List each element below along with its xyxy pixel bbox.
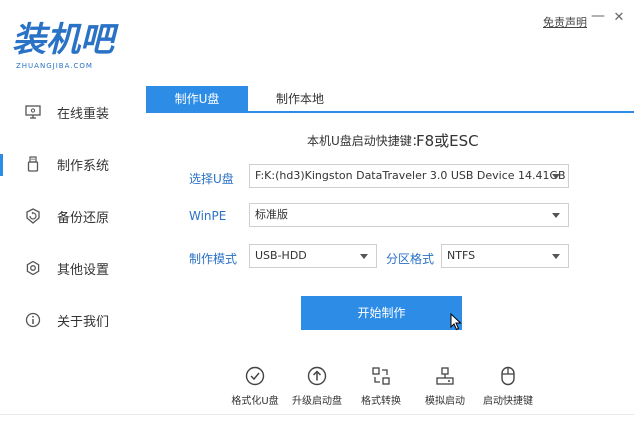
tab-make-local[interactable]: 制作本地 — [248, 86, 352, 113]
tab-make-udisk[interactable]: 制作U盘 — [146, 86, 248, 113]
udisk-select-value: F:K:(hd3)Kingston DataTraveler 3.0 USB D… — [255, 169, 566, 182]
tab-bar: 制作U盘 制作本地 — [146, 86, 634, 113]
mouse-icon — [476, 365, 540, 387]
logo-subtext: ZHUANGJIBA.COM — [16, 62, 93, 70]
mode-select-value: USB-HDD — [255, 249, 307, 262]
disclaimer-link[interactable]: 免责声明 — [543, 14, 587, 30]
info-icon — [24, 311, 42, 329]
sidebar-item-other-settings[interactable]: 其他设置 — [0, 242, 146, 294]
tool-label: 模拟启动 — [425, 396, 465, 407]
start-making-button[interactable]: 开始制作 — [301, 296, 462, 330]
tool-label: 启动快捷键 — [483, 396, 533, 407]
winpe-select-value: 标准版 — [255, 208, 288, 221]
sidebar-item-label: 制作系统 — [57, 158, 110, 174]
tool-label: 升级启动盘 — [292, 396, 342, 407]
mouse-cursor-icon — [450, 312, 462, 335]
tool-label: 格式化U盘 — [231, 396, 279, 407]
upload-circle-icon — [285, 365, 349, 387]
sidebar-item-label: 备份还原 — [57, 210, 110, 226]
app-logo: 装机吧 ZHUANGJIBA.COM — [12, 20, 132, 76]
partition-label: 分区格式 — [386, 252, 435, 266]
tool-format-convert[interactable]: 格式转换 — [349, 365, 413, 407]
tool-upgrade-boot-disk[interactable]: 升级启动盘 — [285, 365, 349, 407]
hotkey-label: 本机U盘启动快捷键： — [307, 134, 424, 148]
mode-select[interactable]: USB-HDD — [249, 244, 377, 268]
chevron-down-icon — [552, 213, 560, 218]
hotkey-value: F8或ESC — [416, 132, 479, 150]
sidebar-item-label: 其他设置 — [57, 262, 110, 278]
tool-simulate-boot[interactable]: 模拟启动 — [413, 365, 477, 407]
winpe-select[interactable]: 标准版 — [249, 203, 569, 227]
partition-select-value: NTFS — [447, 249, 476, 262]
chevron-down-icon — [360, 254, 368, 259]
monitor-icon — [24, 103, 42, 121]
winpe-label: WinPE — [189, 209, 227, 223]
select-udisk-label: 选择U盘 — [189, 172, 234, 186]
check-circle-icon — [223, 365, 287, 387]
logo-text: 装机吧 — [12, 20, 114, 60]
sidebar-item-about-us[interactable]: 关于我们 — [0, 294, 146, 346]
convert-icon — [349, 365, 413, 387]
tool-boot-hotkey[interactable]: 启动快捷键 — [476, 365, 540, 407]
sidebar-item-backup-restore[interactable]: 备份还原 — [0, 190, 146, 242]
tool-label: 格式转换 — [361, 396, 401, 407]
backup-icon — [24, 207, 42, 225]
sidebar-item-label: 在线重装 — [57, 106, 110, 122]
sidebar-item-online-reinstall[interactable]: 在线重装 — [0, 86, 146, 138]
partition-select[interactable]: NTFS — [441, 244, 569, 268]
bottom-divider — [0, 414, 634, 415]
mode-label: 制作模式 — [189, 252, 238, 266]
tool-format-udisk[interactable]: 格式化U盘 — [223, 365, 287, 407]
close-button[interactable]: ✕ — [612, 10, 626, 25]
udisk-select[interactable]: F:K:(hd3)Kingston DataTraveler 3.0 USB D… — [249, 164, 569, 188]
chevron-down-icon — [552, 254, 560, 259]
usb-icon — [24, 155, 42, 173]
sidebar-item-label: 关于我们 — [57, 314, 110, 330]
simulate-icon — [413, 365, 477, 387]
sidebar-item-make-system[interactable]: 制作系统 — [0, 138, 146, 190]
sidebar: 在线重装 制作系统 备份还原 其他设置 关于我们 — [0, 86, 146, 346]
chevron-down-icon — [552, 174, 560, 179]
minimize-button[interactable]: — — [591, 8, 605, 24]
gear-icon — [24, 259, 42, 277]
